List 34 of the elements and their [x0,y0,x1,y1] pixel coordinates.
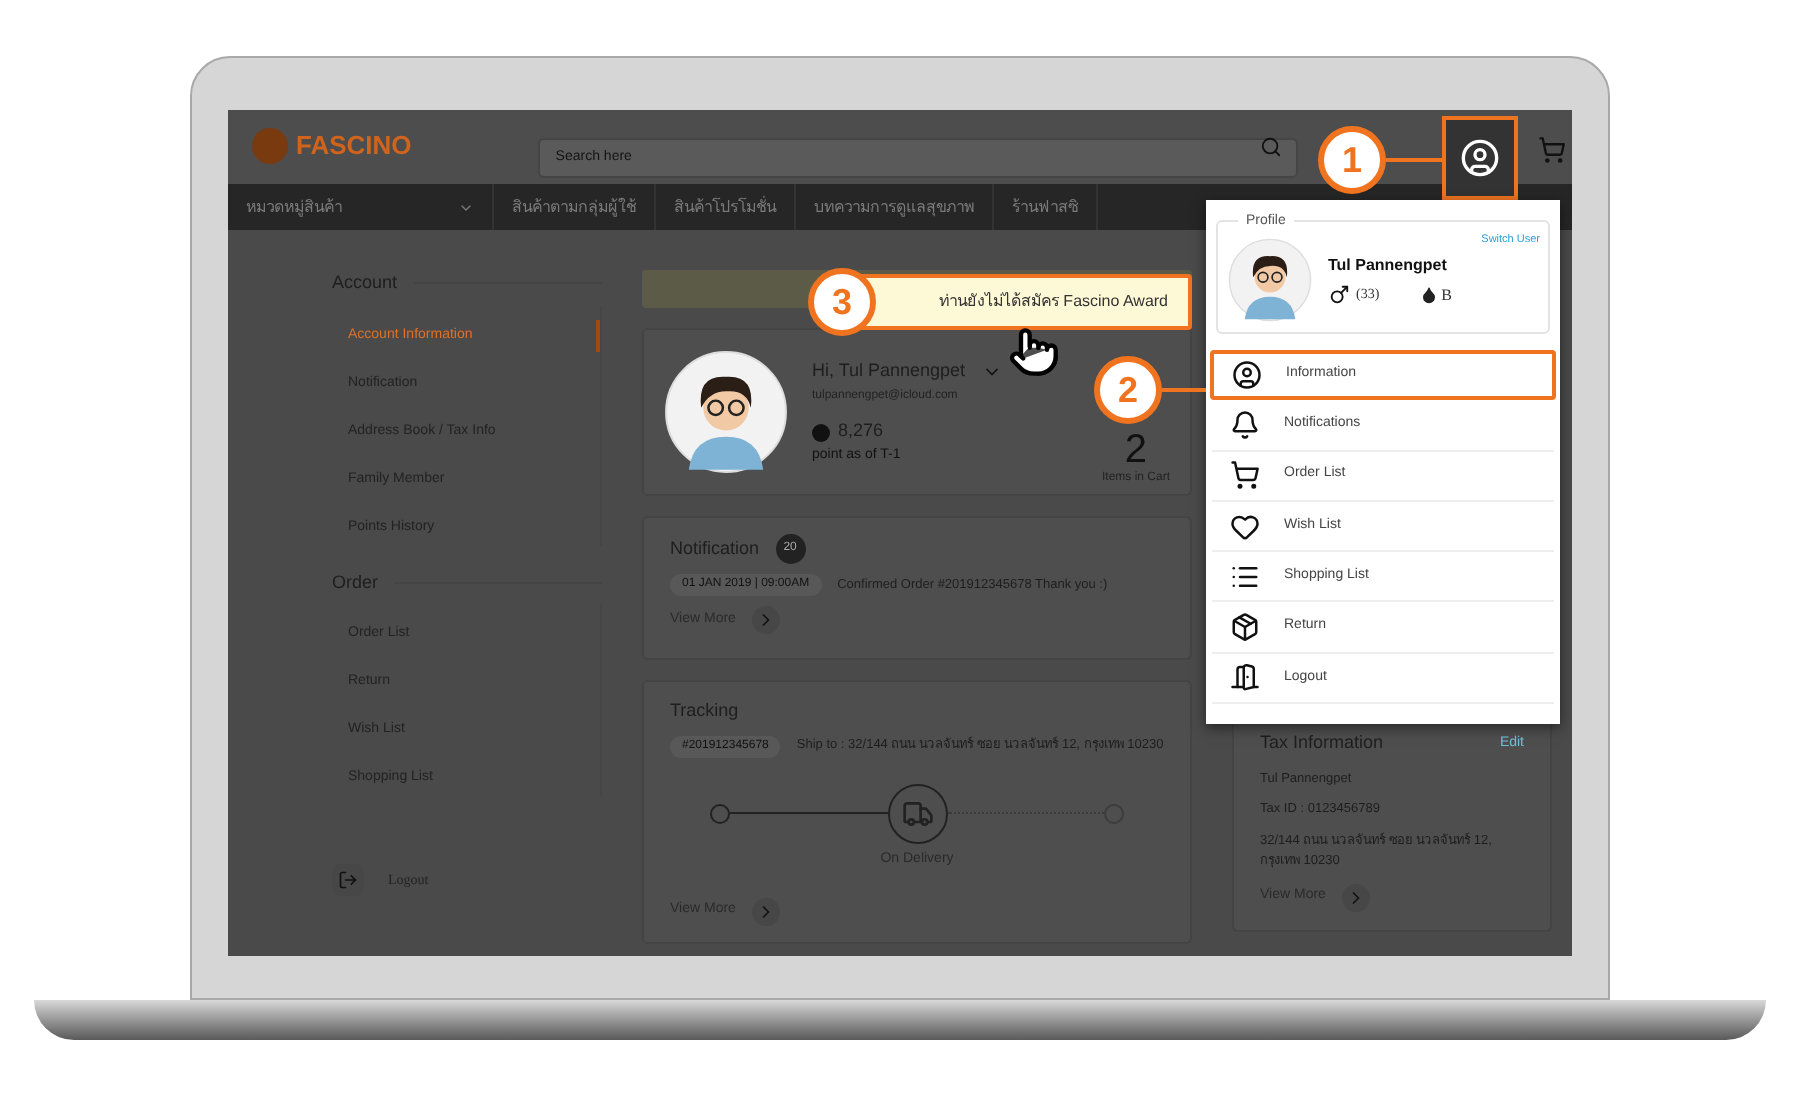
nav-item[interactable]: สินค้าตามกลุ่มผู้ใช้ [494,184,656,230]
nav-item[interactable]: ร้านฟาสซิ [994,184,1098,230]
menu-icon [1230,511,1260,542]
leader-line [1162,388,1206,392]
menu-icon [1230,561,1260,592]
cart-icon[interactable] [1537,136,1566,164]
menu-icon [1232,360,1262,391]
truck-icon [901,797,933,829]
menu-icon [1230,460,1260,491]
avatar-drawing [664,350,788,474]
menu-icon [1230,612,1260,643]
leader-line [1386,158,1444,162]
points-icon [812,423,830,441]
blood-type: B [1441,283,1453,307]
chevron-right-icon [751,606,780,634]
menu-icon [1230,409,1260,440]
menu-icon [1230,662,1260,693]
search-icon[interactable] [1259,136,1282,158]
logo-icon [252,127,288,164]
chevron-right-icon [1341,883,1370,911]
tooltip-text: ท่านยังไม่ได้สมัคร Fascino Award [938,290,1168,314]
avatar-drawing [1228,238,1312,322]
cart-count: 2 [1124,430,1148,470]
chevron-right-icon [751,897,780,925]
user-icon [1459,138,1500,178]
user-button[interactable] [1441,116,1518,200]
male-icon [1328,284,1350,306]
profile-name: Tul Pannengpet [1328,253,1449,277]
drop-icon [1419,286,1438,304]
hand-pointer-icon [1008,326,1060,378]
nav-item[interactable]: หมวดหมู่สินค้า [228,184,494,230]
logo-text: FASCINO [296,128,412,164]
nav-item[interactable]: สินค้าโปรโมชั่น [656,184,796,230]
nav-item[interactable]: บทความการดูแลสุขภาพ [796,184,994,230]
